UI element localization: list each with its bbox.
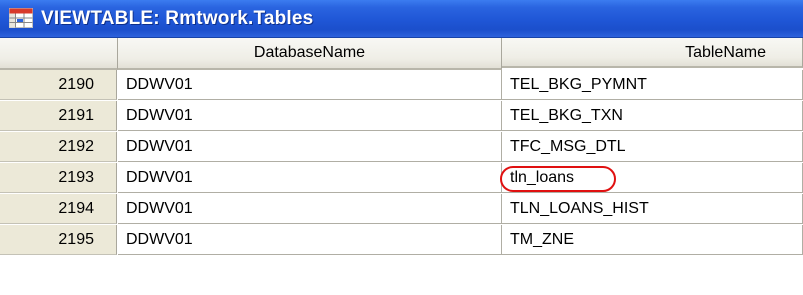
row-number[interactable]: 2190 <box>0 70 117 100</box>
table-row[interactable]: 2194 DDWV01 TLN_LOANS_HIST <box>0 194 803 225</box>
row-number[interactable]: 2193 <box>0 163 117 193</box>
table-name-cell[interactable]: tln_loans <box>502 163 803 193</box>
viewtable-window: VIEWTABLE: Rmtwork.Tables DatabaseName T… <box>0 0 803 295</box>
database-name-cell[interactable]: DDWV01 <box>118 163 502 193</box>
row-number[interactable]: 2195 <box>0 225 117 255</box>
column-header-database-name[interactable]: DatabaseName <box>118 38 502 70</box>
table-row[interactable]: 2195 DDWV01 TM_ZNE <box>0 225 803 256</box>
row-number[interactable]: 2191 <box>0 101 117 131</box>
window-title: VIEWTABLE: Rmtwork.Tables <box>41 8 314 29</box>
database-name-cell[interactable]: DDWV01 <box>118 225 502 255</box>
database-name-cell[interactable]: DDWV01 <box>118 194 502 224</box>
table-name-cell[interactable]: TEL_BKG_PYMNT <box>502 70 803 100</box>
header-row: DatabaseName TableName <box>0 38 803 70</box>
database-name-cell[interactable]: DDWV01 <box>118 132 502 162</box>
header-corner[interactable] <box>0 38 118 70</box>
title-bar[interactable]: VIEWTABLE: Rmtwork.Tables <box>0 0 803 38</box>
table-row[interactable]: 2191 DDWV01 TEL_BKG_TXN <box>0 101 803 132</box>
table-row[interactable]: 2193 DDWV01 tln_loans <box>0 163 803 194</box>
table-row[interactable]: 2192 DDWV01 TFC_MSG_DTL <box>0 132 803 163</box>
column-header-table-name[interactable]: TableName <box>502 38 803 68</box>
table-name-cell[interactable]: TFC_MSG_DTL <box>502 132 803 162</box>
database-name-cell[interactable]: DDWV01 <box>118 101 502 131</box>
table-name-cell[interactable]: TM_ZNE <box>502 225 803 255</box>
data-grid: DatabaseName TableName 2190 DDWV01 TEL_BKG… <box>0 38 803 295</box>
table-name-cell[interactable]: TEL_BKG_TXN <box>502 101 803 131</box>
table-name-cell[interactable]: TLN_LOANS_HIST <box>502 194 803 224</box>
viewtable-grid-icon <box>9 8 33 28</box>
row-number[interactable]: 2192 <box>0 132 117 162</box>
table-row[interactable]: 2190 DDWV01 TEL_BKG_PYMNT <box>0 70 803 101</box>
row-number[interactable]: 2194 <box>0 194 117 224</box>
database-name-cell[interactable]: DDWV01 <box>118 70 502 100</box>
